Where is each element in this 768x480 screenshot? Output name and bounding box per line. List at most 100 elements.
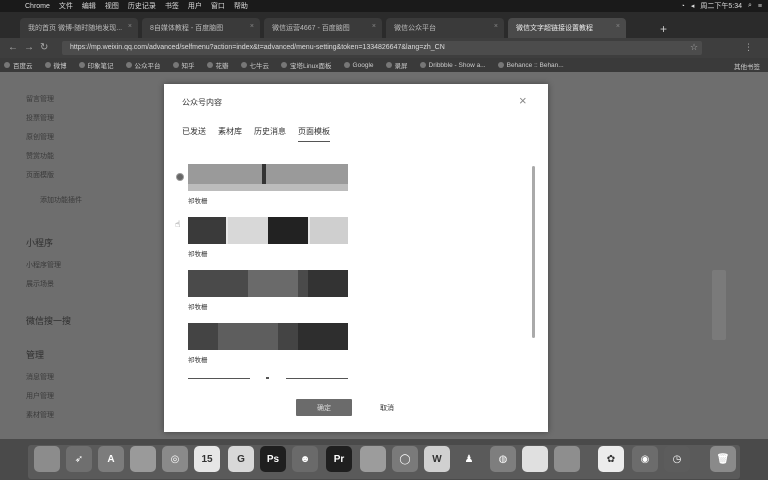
browser-tab-1[interactable]: 我的首页 微博-随时随地发现... × — [20, 18, 138, 38]
menu-bar: Chrome 文件 编辑 视图 历史记录 书签 用户 窗口 帮助 ◔ ◂ 周二下… — [0, 0, 768, 12]
close-icon[interactable]: × — [128, 23, 132, 30]
confirm-button[interactable]: 确定 — [296, 399, 352, 416]
calendar-icon[interactable]: 15 — [194, 446, 220, 472]
bookmark-item[interactable]: 百度云 — [4, 60, 33, 70]
appstore-icon[interactable]: A — [98, 446, 124, 472]
browser-tab-2[interactable]: 8自媒体教程 - 百度脑图 × — [142, 18, 260, 38]
template-thumbnail — [188, 164, 348, 191]
safari-icon[interactable]: ◎ — [162, 446, 188, 472]
sidebar-group[interactable]: 管理 — [26, 348, 44, 361]
forward-icon[interactable]: → — [24, 42, 34, 53]
url-field[interactable]: https://mp.weixin.qq.com/advanced/selfme… — [62, 41, 702, 55]
menu-help[interactable]: 帮助 — [234, 1, 248, 11]
bookmark-item[interactable]: 印象笔记 — [78, 60, 114, 70]
cancel-button[interactable]: 取消 — [380, 403, 394, 413]
menu-user[interactable]: 用户 — [188, 1, 202, 11]
tab-sent[interactable]: 已发送 — [182, 126, 206, 142]
other-bookmarks[interactable]: 其他书签 — [734, 61, 760, 71]
bookmark-item[interactable]: Behance :: Behan... — [497, 62, 564, 69]
clock[interactable]: 周二下午5:34 — [700, 1, 742, 11]
bookmark-favicon-icon — [343, 62, 350, 68]
sidebar-item[interactable]: 小程序管理 — [26, 260, 61, 270]
back-icon[interactable]: ← — [8, 42, 18, 53]
radio-icon[interactable] — [176, 173, 184, 181]
close-icon[interactable]: × — [494, 23, 498, 30]
menu-view[interactable]: 视图 — [105, 1, 119, 11]
reload-icon[interactable]: ↻ — [40, 42, 48, 53]
sidebar-group[interactable]: 小程序 — [26, 236, 53, 249]
sidebar-group[interactable]: 微信搜一搜 — [26, 314, 71, 327]
menu-file[interactable]: 文件 — [59, 1, 73, 11]
bookmark-item[interactable]: Dribbble - Show a... — [419, 62, 486, 69]
sidebar-item[interactable]: 留言管理 — [26, 94, 54, 104]
tab-page-templates[interactable]: 页面模板 — [298, 126, 330, 142]
sidebar-item[interactable]: 投票管理 — [26, 113, 54, 123]
notes-icon[interactable] — [522, 446, 548, 472]
game-icon[interactable]: ☻ — [292, 446, 318, 472]
close-icon[interactable]: × — [616, 23, 620, 30]
sidebar-item[interactable]: 赞赏功能 — [26, 151, 54, 161]
menu-dots-icon[interactable]: ⋮ — [744, 42, 753, 53]
launchpad-icon[interactable]: ➶ — [66, 446, 92, 472]
bookmark-item[interactable]: 花瓣 — [206, 60, 229, 70]
quicktime-icon[interactable]: ◯ — [392, 446, 418, 472]
tab-history[interactable]: 历史消息 — [254, 126, 286, 142]
finder-icon[interactable] — [34, 446, 60, 472]
finder-folder-icon[interactable] — [554, 446, 580, 472]
wps-icon[interactable]: W — [424, 446, 450, 472]
bookmark-item[interactable]: 七牛云 — [240, 60, 269, 70]
wechat-icon[interactable]: ◍ — [490, 446, 516, 472]
dialog-title: 公众号内容 — [182, 98, 222, 107]
browser-tab-5[interactable]: 微信文字超链接设置教程 × — [508, 18, 626, 38]
wifi-icon[interactable]: ◔ — [681, 3, 685, 10]
bookmark-item[interactable]: 公众平台 — [125, 60, 161, 70]
bookmarks-bar: 百度云 微博 印象笔记 公众平台 知乎 花瓣 七牛云 宝塔Linux面板 Goo… — [0, 58, 768, 72]
volume-icon[interactable]: ◂ — [691, 2, 695, 10]
close-icon[interactable]: × — [519, 93, 527, 108]
bookmark-item[interactable]: 录屏 — [385, 60, 408, 70]
sidebar-item[interactable]: 页面模版 — [26, 170, 54, 180]
trash-icon[interactable]: 🗑 — [710, 446, 736, 472]
pagination — [188, 377, 348, 384]
menu-app[interactable]: Chrome — [25, 3, 50, 10]
bookmark-item[interactable]: 知乎 — [172, 60, 195, 70]
bookmark-item[interactable]: 微博 — [44, 60, 67, 70]
sidebar-item[interactable]: 展示场景 — [26, 279, 54, 289]
bookmark-favicon-icon — [497, 62, 504, 68]
photoshop-icon[interactable]: Ps — [260, 446, 286, 472]
menu-bookmarks[interactable]: 书签 — [165, 1, 179, 11]
search-icon[interactable]: ⌕ — [748, 2, 752, 10]
premiere-icon[interactable]: Pr — [326, 446, 352, 472]
time-icon[interactable]: ◷ — [664, 446, 690, 472]
preview-icon[interactable] — [130, 446, 156, 472]
keynote-icon[interactable] — [360, 446, 386, 472]
chrome-icon[interactable]: ◉ — [632, 446, 658, 472]
browser-tab-3[interactable]: 微信运营4667 - 百度脑图 × — [264, 18, 382, 38]
sidebar-item[interactable]: 素材管理 — [26, 410, 54, 420]
sidebar-item[interactable]: 添加功能插件 — [40, 195, 82, 205]
template-list: 祁牧栅 ☝ 祁牧栅 祁牧栅 祁牧栅 — [175, 164, 348, 379]
sidebar-item[interactable]: 原创管理 — [26, 132, 54, 142]
bookmark-item[interactable]: 宝塔Linux面板 — [281, 60, 332, 70]
menu-edit[interactable]: 编辑 — [82, 1, 96, 11]
close-icon[interactable]: × — [250, 23, 254, 30]
bookmark-star-icon[interactable]: ☆ — [690, 42, 698, 53]
close-icon[interactable]: × — [372, 23, 376, 30]
bookmark-item[interactable]: Google — [343, 62, 374, 69]
browser-tab-4[interactable]: 微信公众平台 × — [386, 18, 504, 38]
baidu-icon[interactable]: ✿ — [598, 446, 624, 472]
feedback-strip[interactable] — [712, 270, 726, 340]
sidebar-item[interactable]: 消息管理 — [26, 372, 54, 382]
hand-cursor-icon: ☝ — [175, 219, 181, 229]
page-dot[interactable] — [266, 377, 269, 379]
template-label: 祁牧栅 — [188, 198, 208, 205]
menu-history[interactable]: 历史记录 — [128, 1, 156, 11]
qq-icon[interactable]: ♟ — [456, 446, 482, 472]
sidebar-item[interactable]: 用户管理 — [26, 391, 54, 401]
list-icon[interactable]: ≡ — [758, 3, 762, 10]
tab-library[interactable]: 素材库 — [218, 126, 242, 142]
scrollbar[interactable] — [532, 166, 535, 338]
new-tab-icon[interactable]: + — [660, 22, 667, 36]
menu-window[interactable]: 窗口 — [211, 1, 225, 11]
grapher-icon[interactable]: G — [228, 446, 254, 472]
